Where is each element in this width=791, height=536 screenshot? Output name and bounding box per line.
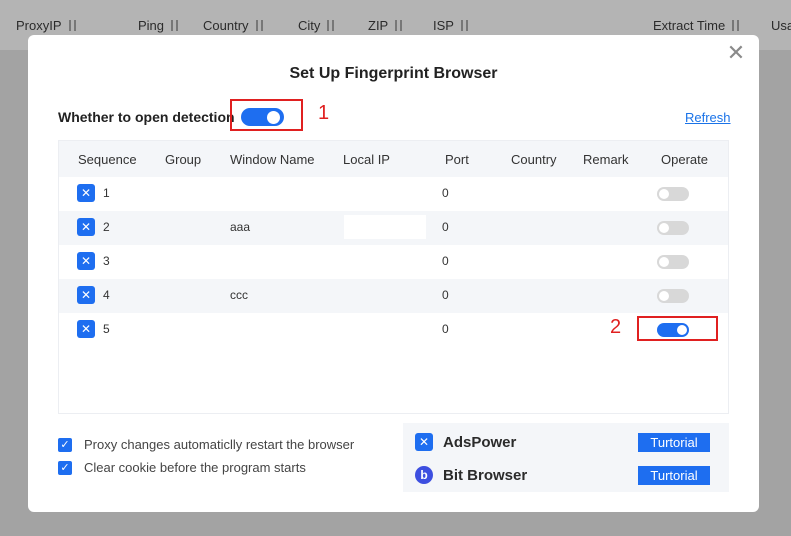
brand-adspower: ✕ AdsPower [415, 433, 516, 451]
header-operate: Operate [661, 152, 708, 167]
column-isp[interactable]: ISP [433, 18, 470, 33]
bitbrowser-icon: b [415, 466, 433, 484]
adspower-icon: ✕ [77, 184, 95, 202]
sort-icon [731, 19, 741, 32]
adspower-tutorial-button[interactable]: Turtorial [638, 433, 710, 452]
column-label: Ping [138, 18, 165, 33]
cell-window-name: aaa [230, 220, 251, 234]
annotation-number-2: 2 [610, 316, 622, 338]
adspower-icon: ✕ [77, 252, 95, 270]
cell-sequence: 5 [103, 322, 110, 336]
checkbox-checked-icon[interactable]: ✓ [58, 437, 72, 452]
column-label: Usa [771, 18, 791, 33]
column-label: Extract Time [653, 18, 726, 33]
column-label: ZIP [368, 18, 389, 33]
header-remark: Remark [583, 152, 629, 167]
cell-sequence: 3 [103, 254, 110, 268]
sort-icon [460, 19, 470, 32]
bitbrowser-tutorial-button[interactable]: Turtorial [638, 466, 710, 485]
annotation-box-2 [637, 316, 718, 341]
dialog-title: Set Up Fingerprint Browser [289, 65, 498, 82]
cell-port: 0 [442, 254, 449, 268]
cell-port: 0 [442, 322, 449, 336]
header-sequence: Sequence [78, 152, 137, 167]
column-label: City [298, 18, 321, 33]
header-window-name: Window Name [230, 152, 315, 167]
table-row: ✕ 4 ccc 0 [59, 279, 728, 313]
toggle-knob [659, 257, 669, 267]
cell-sequence: 4 [103, 288, 110, 302]
option-restart-browser[interactable]: ✓ Proxy changes automaticlly restart the… [58, 437, 354, 452]
refresh-link[interactable]: Refresh [685, 110, 731, 125]
cell-sequence: 2 [103, 220, 110, 234]
browser-window-table: Sequence Group Window Name Local IP Port… [58, 140, 729, 414]
operate-toggle[interactable] [657, 221, 689, 235]
table-header: Sequence Group Window Name Local IP Port… [59, 141, 728, 177]
detection-label: Whether to open detection [58, 109, 235, 125]
header-country: Country [511, 152, 557, 167]
sort-icon [255, 19, 265, 32]
annotation-number-1: 1 [318, 102, 330, 124]
cell-window-name: ccc [230, 288, 248, 302]
operate-toggle[interactable] [657, 187, 689, 201]
column-proxyip[interactable]: ProxyIP [16, 18, 78, 33]
toggle-knob [659, 223, 669, 233]
adspower-icon: ✕ [415, 433, 433, 451]
sort-icon [170, 19, 180, 32]
brand-name: Bit Browser [443, 466, 528, 484]
annotation-box-1 [230, 99, 303, 131]
toggle-knob [659, 189, 669, 199]
column-city[interactable]: City [298, 18, 336, 33]
column-label: ProxyIP [16, 18, 62, 33]
operate-toggle[interactable] [657, 289, 689, 303]
option-label: Clear cookie before the program starts [84, 460, 306, 475]
option-clear-cookie[interactable]: ✓ Clear cookie before the program starts [58, 460, 306, 475]
column-usage[interactable]: Usa [771, 18, 791, 33]
column-ping[interactable]: Ping [138, 18, 180, 33]
header-group: Group [165, 152, 202, 167]
column-zip[interactable]: ZIP [368, 18, 404, 33]
fingerprint-browser-dialog: ✕ Set Up Fingerprint Browser Whether to … [28, 35, 759, 512]
sort-icon [326, 19, 336, 32]
header-local-ip: Local IP [343, 152, 390, 167]
adspower-icon: ✕ [77, 286, 95, 304]
sort-icon [394, 19, 404, 32]
table-row: ✕ 1 0 [59, 177, 728, 211]
column-extract-time[interactable]: Extract Time [653, 18, 741, 33]
column-label: Country [203, 18, 249, 33]
adspower-icon: ✕ [77, 218, 95, 236]
supported-browsers-panel: ✕ AdsPower Turtorial b Bit Browser Turto… [403, 423, 729, 492]
sort-icon [68, 19, 78, 32]
header-port: Port [445, 152, 469, 167]
table-row: ✕ 3 0 [59, 245, 728, 279]
brand-bitbrowser: b Bit Browser [415, 466, 527, 484]
column-label: ISP [433, 18, 454, 33]
close-icon[interactable]: ✕ [726, 42, 746, 64]
brand-name: AdsPower [443, 433, 517, 451]
toggle-knob [659, 291, 669, 301]
column-country[interactable]: Country [203, 18, 265, 33]
checkbox-checked-icon[interactable]: ✓ [58, 460, 72, 475]
local-ip-field [344, 215, 426, 239]
cell-port: 0 [442, 220, 449, 234]
cell-port: 0 [442, 186, 449, 200]
table-row: ✕ 5 0 [59, 313, 728, 347]
option-label: Proxy changes automaticlly restart the b… [84, 437, 355, 452]
operate-toggle[interactable] [657, 255, 689, 269]
adspower-icon: ✕ [77, 320, 95, 338]
cell-sequence: 1 [103, 186, 110, 200]
cell-port: 0 [442, 288, 449, 302]
table-row: ✕ 2 aaa 0 [59, 211, 728, 245]
